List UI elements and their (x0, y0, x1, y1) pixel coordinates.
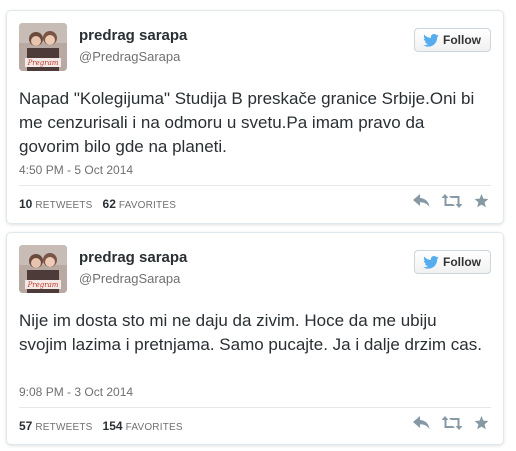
tweet-actions (413, 416, 489, 430)
tweet-text: Nije im dosta sto mi ne daju da zivim. H… (19, 311, 482, 354)
retweets-stat[interactable]: 57 RETWEETS (19, 419, 93, 433)
tweet-stats: 10 RETWEETS 62 FAVORITES (19, 197, 176, 211)
retweets-stat[interactable]: 10 RETWEETS (19, 197, 93, 211)
tweet-actions (413, 194, 489, 208)
retweets-label: RETWEETS (35, 422, 93, 433)
follow-button[interactable]: Follow (414, 28, 491, 52)
follow-label: Follow (443, 33, 481, 47)
svg-text:Pregram: Pregram (27, 59, 59, 67)
favorite-icon[interactable] (474, 416, 489, 430)
author-name[interactable]: predrag sarapa (79, 27, 187, 44)
reply-icon[interactable] (413, 416, 430, 430)
retweets-count: 10 (19, 197, 33, 211)
follow-label: Follow (443, 255, 481, 269)
tweet-text: Napad "Kolegijuma" Studija B preskače gr… (19, 89, 475, 156)
divider (19, 407, 491, 408)
avatar[interactable]: Pregram (19, 245, 67, 293)
follow-button[interactable]: Follow (414, 250, 491, 274)
favorites-label: FAVORITES (118, 200, 177, 211)
tweet-card: Pregram predrag sarapa @PredragSarapa Fo… (6, 232, 504, 445)
retweets-count: 57 (19, 419, 33, 433)
favorites-stat[interactable]: 154 FAVORITES (103, 419, 183, 433)
svg-text:Pregram: Pregram (27, 281, 59, 289)
tweet-timestamp[interactable]: 9:08 PM - 3 Oct 2014 (19, 385, 133, 399)
avatar[interactable]: Pregram (19, 23, 67, 71)
tweet-timestamp[interactable]: 4:50 PM - 5 Oct 2014 (19, 163, 133, 177)
favorites-stat[interactable]: 62 FAVORITES (103, 197, 177, 211)
reply-icon[interactable] (413, 194, 430, 208)
favorites-count: 154 (102, 419, 123, 433)
tweet-stats: 57 RETWEETS 154 FAVORITES (19, 419, 183, 433)
author-name[interactable]: predrag sarapa (79, 249, 187, 266)
retweets-label: RETWEETS (35, 200, 93, 211)
author-handle[interactable]: @PredragSarapa (79, 271, 180, 286)
retweet-icon[interactable] (442, 194, 462, 208)
tweet-card: Pregram predrag sarapa @PredragSarapa Fo… (6, 10, 504, 224)
retweet-icon[interactable] (442, 416, 462, 430)
bird-icon (423, 33, 439, 47)
favorites-label: FAVORITES (125, 422, 183, 433)
favorites-count: 62 (102, 197, 116, 211)
divider (19, 185, 491, 186)
author-handle[interactable]: @PredragSarapa (79, 49, 180, 64)
tweet-header: Pregram predrag sarapa @PredragSarapa Fo… (19, 245, 491, 301)
tweet-header: Pregram predrag sarapa @PredragSarapa Fo… (19, 23, 491, 79)
favorite-icon[interactable] (474, 194, 489, 208)
bird-icon (423, 255, 439, 269)
